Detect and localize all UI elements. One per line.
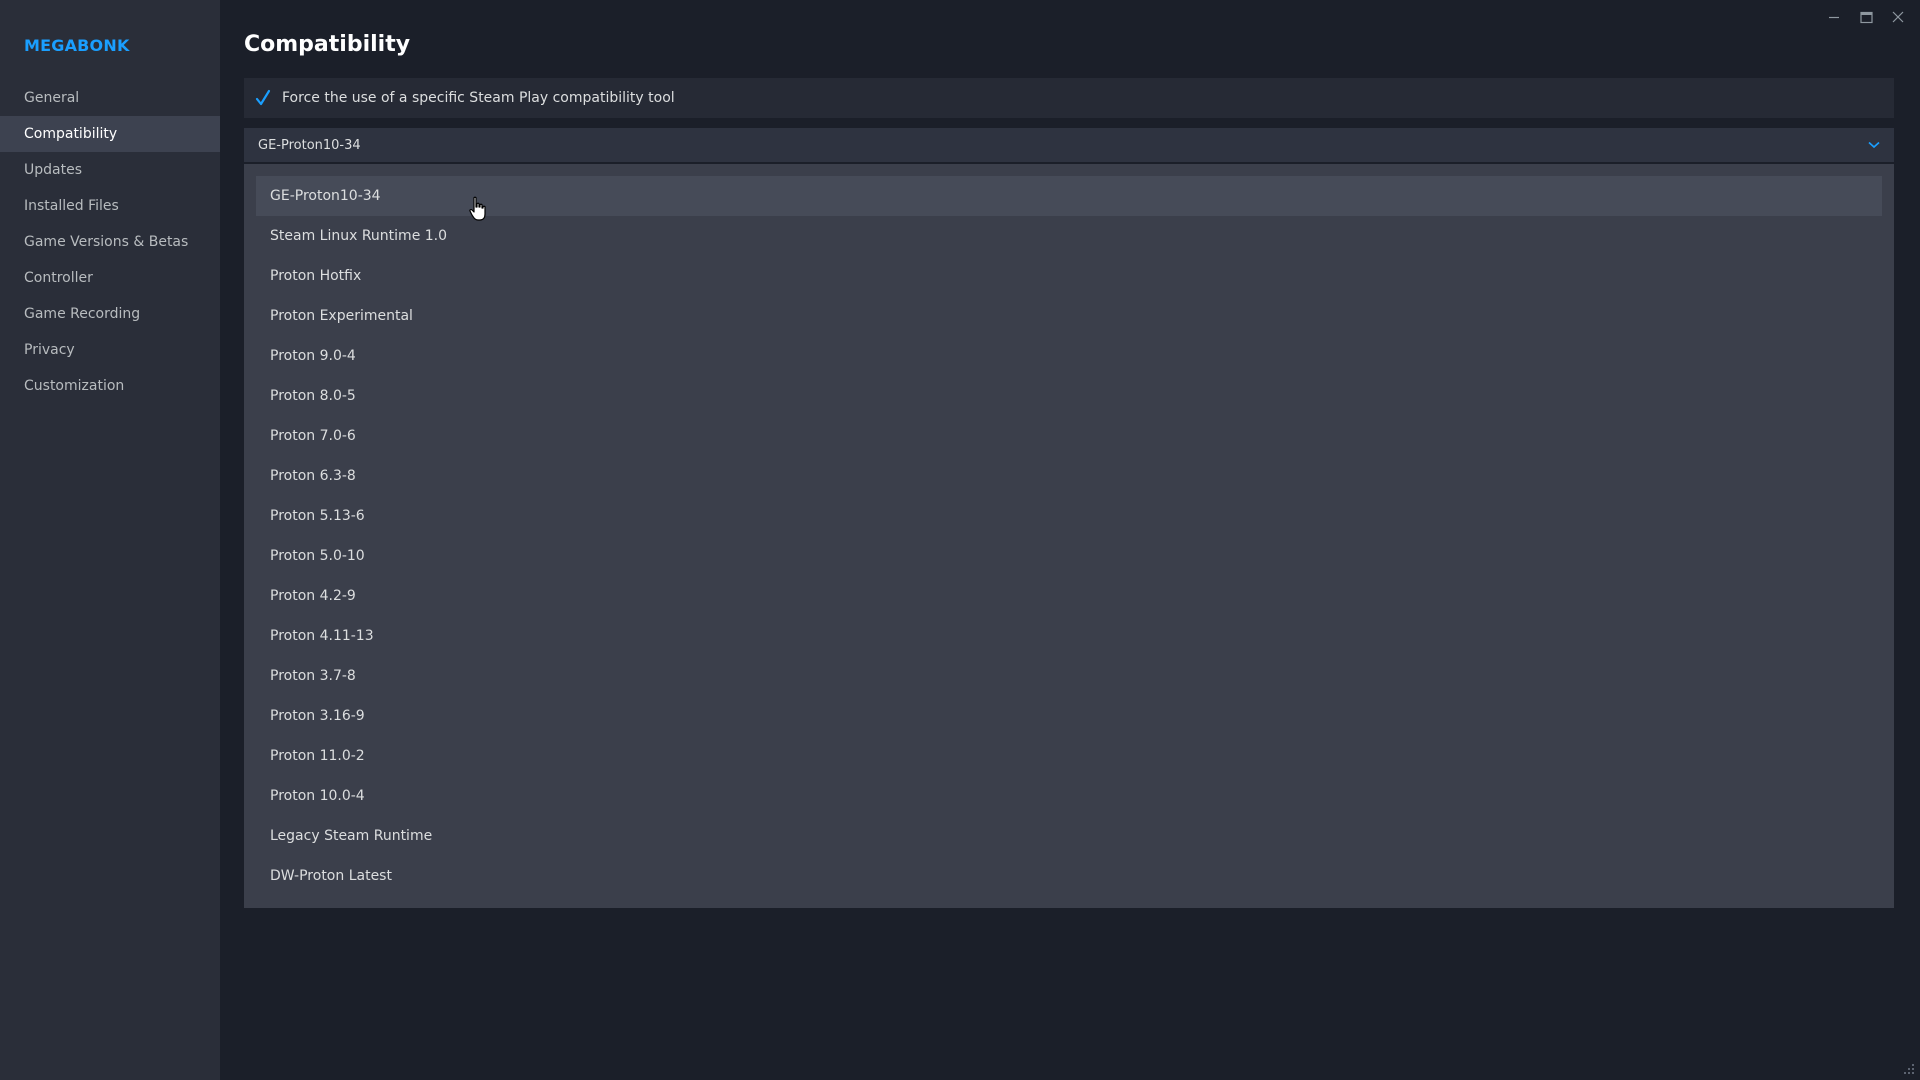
force-compat-tool-label: Force the use of a specific Steam Play c… xyxy=(282,90,675,106)
option-legacy-steam-runtime[interactable]: Legacy Steam Runtime xyxy=(256,816,1882,856)
force-compat-tool-checkbox[interactable] xyxy=(254,89,272,107)
sidebar-item-general[interactable]: General xyxy=(0,80,220,116)
resize-grip-icon[interactable] xyxy=(1902,1062,1916,1076)
option-proton-9-0-4[interactable]: Proton 9.0-4 xyxy=(256,336,1882,376)
app-title: MEGABONK xyxy=(24,36,130,55)
sidebar-nav: General Compatibility Updates Installed … xyxy=(0,80,220,404)
close-icon[interactable] xyxy=(1882,6,1914,28)
option-proton-3-7-8[interactable]: Proton 3.7-8 xyxy=(256,656,1882,696)
sidebar-item-updates[interactable]: Updates xyxy=(0,152,220,188)
option-proton-5-13-6[interactable]: Proton 5.13-6 xyxy=(256,496,1882,536)
chevron-down-icon xyxy=(1868,141,1880,149)
main-panel: Compatibility Force the use of a specifi… xyxy=(220,0,1920,1080)
option-ge-proton10-34[interactable]: GE-Proton10-34 xyxy=(256,176,1882,216)
option-proton-5-0-10[interactable]: Proton 5.0-10 xyxy=(256,536,1882,576)
option-proton-3-16-9[interactable]: Proton 3.16-9 xyxy=(256,696,1882,736)
sidebar-item-game-recording[interactable]: Game Recording xyxy=(0,296,220,332)
option-proton-4-2-9[interactable]: Proton 4.2-9 xyxy=(256,576,1882,616)
minimize-icon[interactable] xyxy=(1818,6,1850,28)
option-proton-experimental[interactable]: Proton Experimental xyxy=(256,296,1882,336)
option-proton-hotfix[interactable]: Proton Hotfix xyxy=(256,256,1882,296)
sidebar-item-controller[interactable]: Controller xyxy=(0,260,220,296)
page-title: Compatibility xyxy=(244,32,411,57)
compat-tool-options: GE-Proton10-34 Steam Linux Runtime 1.0 P… xyxy=(244,164,1894,908)
sidebar-item-game-versions-betas[interactable]: Game Versions & Betas xyxy=(0,224,220,260)
sidebar: MEGABONK General Compatibility Updates I… xyxy=(0,0,220,1080)
option-proton-7-0-6[interactable]: Proton 7.0-6 xyxy=(256,416,1882,456)
force-compat-tool-row[interactable]: Force the use of a specific Steam Play c… xyxy=(244,78,1894,118)
maximize-icon[interactable] xyxy=(1850,6,1882,28)
option-steam-linux-runtime-1-0[interactable]: Steam Linux Runtime 1.0 xyxy=(256,216,1882,256)
sidebar-item-compatibility[interactable]: Compatibility xyxy=(0,116,220,152)
option-proton-10-0-4[interactable]: Proton 10.0-4 xyxy=(256,776,1882,816)
sidebar-item-customization[interactable]: Customization xyxy=(0,368,220,404)
option-proton-6-3-8[interactable]: Proton 6.3-8 xyxy=(256,456,1882,496)
option-proton-4-11-13[interactable]: Proton 4.11-13 xyxy=(256,616,1882,656)
compat-tool-dropdown[interactable]: GE-Proton10-34 xyxy=(244,128,1894,162)
dropdown-selected-value: GE-Proton10-34 xyxy=(258,137,361,153)
sidebar-item-installed-files[interactable]: Installed Files xyxy=(0,188,220,224)
checkmark-icon xyxy=(255,89,271,106)
option-dw-proton-latest[interactable]: DW-Proton Latest xyxy=(256,856,1882,896)
option-proton-11-0-2[interactable]: Proton 11.0-2 xyxy=(256,736,1882,776)
window-controls xyxy=(1818,6,1914,28)
sidebar-item-privacy[interactable]: Privacy xyxy=(0,332,220,368)
option-proton-8-0-5[interactable]: Proton 8.0-5 xyxy=(256,376,1882,416)
